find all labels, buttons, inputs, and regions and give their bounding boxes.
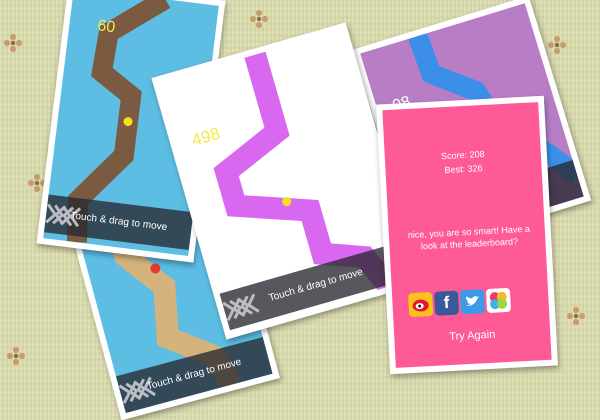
background-flower-icon: [4, 34, 22, 52]
share-row: f: [407, 286, 539, 319]
score-counter: 60: [96, 17, 117, 37]
facebook-glyph: f: [443, 293, 450, 313]
game-center-icon[interactable]: [485, 287, 512, 314]
background-flower-icon: [7, 347, 25, 365]
facebook-icon[interactable]: f: [433, 290, 460, 316]
game-over-screen: Score: 208 Best: 326 nice, you are so sm…: [382, 102, 552, 368]
try-again-button[interactable]: Try Again: [394, 326, 550, 346]
background-flower-icon: [250, 10, 268, 28]
background-flower-icon: [548, 36, 566, 54]
chevrons-right-icon: [45, 203, 73, 226]
game-over-card: Score: 208 Best: 326 nice, you are so sm…: [376, 95, 558, 375]
twitter-icon[interactable]: [459, 289, 486, 315]
background-flower-icon: [567, 307, 585, 325]
chevrons-right-icon: [222, 297, 250, 321]
leaderboard-prompt: nice, you are so smart! Have a look at t…: [407, 223, 531, 252]
weibo-icon[interactable]: [407, 291, 434, 318]
chevrons-right-icon: [118, 380, 146, 404]
